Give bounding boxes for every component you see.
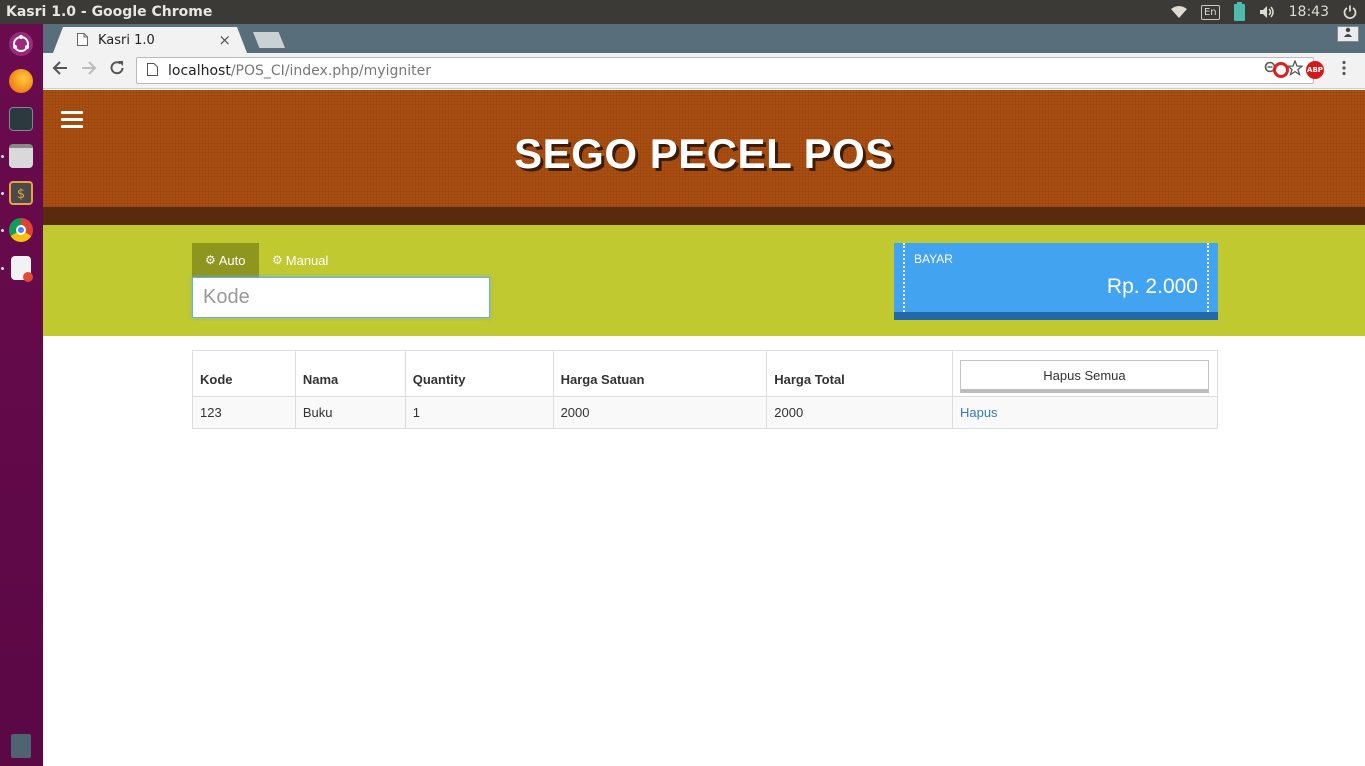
gear-icon: ⚙ [272,253,283,267]
hamburger-menu-icon[interactable] [61,111,83,129]
launcher-running-indicator [1,155,4,158]
address-bar[interactable]: localhost/POS_CI/index.php/myigniter [136,57,1314,84]
tab-close-icon[interactable]: × [218,31,231,49]
text-editor-icon[interactable] [11,256,33,282]
launcher-running-indicator [1,267,4,270]
hapus-link[interactable]: Hapus [960,405,998,420]
cart-table: Kode Nama Quantity Harga Satuan Harga To… [192,350,1219,429]
bayar-label: BAYAR [914,252,953,266]
battery-icon[interactable] [1233,1,1245,21]
forward-arrow-icon[interactable] [78,60,100,81]
power-icon[interactable] [1343,5,1357,19]
gear-icon: ⚙ [205,253,216,267]
tab-auto[interactable]: ⚙ Auto [192,243,259,277]
column-header-kode: Kode [192,350,296,397]
ubuntu-dash-icon[interactable] [9,32,33,56]
back-arrow-icon[interactable] [49,60,71,81]
profile-icon[interactable] [1337,26,1359,42]
keyboard-layout-indicator[interactable]: En [1200,4,1220,20]
page-info-icon[interactable] [147,61,158,80]
wifi-icon[interactable] [1170,5,1187,19]
tab-manual[interactable]: ⚙ Manual [259,243,341,277]
new-tab-button[interactable] [253,32,285,48]
cell-harga-total: 2000 [766,396,953,429]
cell-harga-satuan: 2000 [552,396,768,429]
url-path: /POS_CI/index.php/myigniter [230,62,431,79]
terminal-icon[interactable] [9,107,33,131]
header-band [43,207,1365,225]
system-tray: En 18:43 [1170,1,1365,21]
window-title: Kasri 1.0 - Google Chrome [6,4,213,20]
files-icon[interactable] [9,144,33,168]
launcher-running-indicator [1,192,4,195]
chrome-menu-icon[interactable] [1341,60,1347,81]
tab-auto-label: Auto [218,252,246,268]
svg-text:$: $ [17,187,25,202]
volume-icon[interactable] [1259,5,1275,19]
browser-tab-strip: Kasri 1.0 × [43,24,1365,53]
sublime-text-icon[interactable]: $ [9,181,33,205]
url-host: localhost [168,62,231,79]
tab-title: Kasri 1.0 [98,32,155,48]
app-title: SEGO PECEL POS [514,130,894,177]
bayar-amount: Rp. 2.000 [1106,275,1198,298]
bayar-total-box: BAYAR Rp. 2.000 [894,243,1218,320]
cell-nama: Buku [294,396,406,429]
launcher-running-indicator [1,229,4,232]
app-header: SEGO PECEL POS [43,90,1365,207]
table-row: 123 Buku 1 2000 2000 Hapus [192,396,1219,429]
column-header-nama: Nama [294,350,406,397]
adblock-plus-icon[interactable]: ABP [1306,61,1324,79]
chrome-icon[interactable] [9,218,33,242]
page-favicon-icon [77,31,88,50]
cell-quantity: 1 [404,396,554,429]
reload-icon[interactable] [106,60,128,81]
table-header-row: Kode Nama Quantity Harga Satuan Harga To… [192,350,1219,397]
trash-icon[interactable] [11,734,31,758]
firefox-icon[interactable] [9,69,33,93]
tab-manual-label: Manual [285,252,329,268]
column-header-harga-total: Harga Total [766,350,953,397]
column-header-harga-satuan: Harga Satuan [552,350,768,397]
column-header-action: Hapus Semua [951,350,1219,397]
cell-action: Hapus [951,396,1219,429]
cell-kode: 123 [192,396,296,429]
column-header-quantity: Quantity [404,350,554,397]
web-page: SEGO PECEL POS ⚙ Auto ⚙ Manual BAYAR Rp.… [43,90,1365,766]
tab-kasri[interactable]: Kasri 1.0 × [53,27,247,53]
browser-toolbar: localhost/POS_CI/index.php/myigniter ABP [43,53,1365,89]
clock[interactable]: 18:43 [1289,4,1329,20]
hapus-semua-button[interactable]: Hapus Semua [959,360,1209,393]
input-panel: ⚙ Auto ⚙ Manual BAYAR Rp. 2.000 [43,225,1365,336]
kode-input[interactable] [192,277,490,318]
os-top-panel: Kasri 1.0 - Google Chrome En 18:43 [0,0,1365,24]
unity-launcher: $ [0,24,43,766]
opera-extension-icon[interactable] [1273,62,1289,78]
bookmark-star-icon[interactable] [1286,59,1304,80]
